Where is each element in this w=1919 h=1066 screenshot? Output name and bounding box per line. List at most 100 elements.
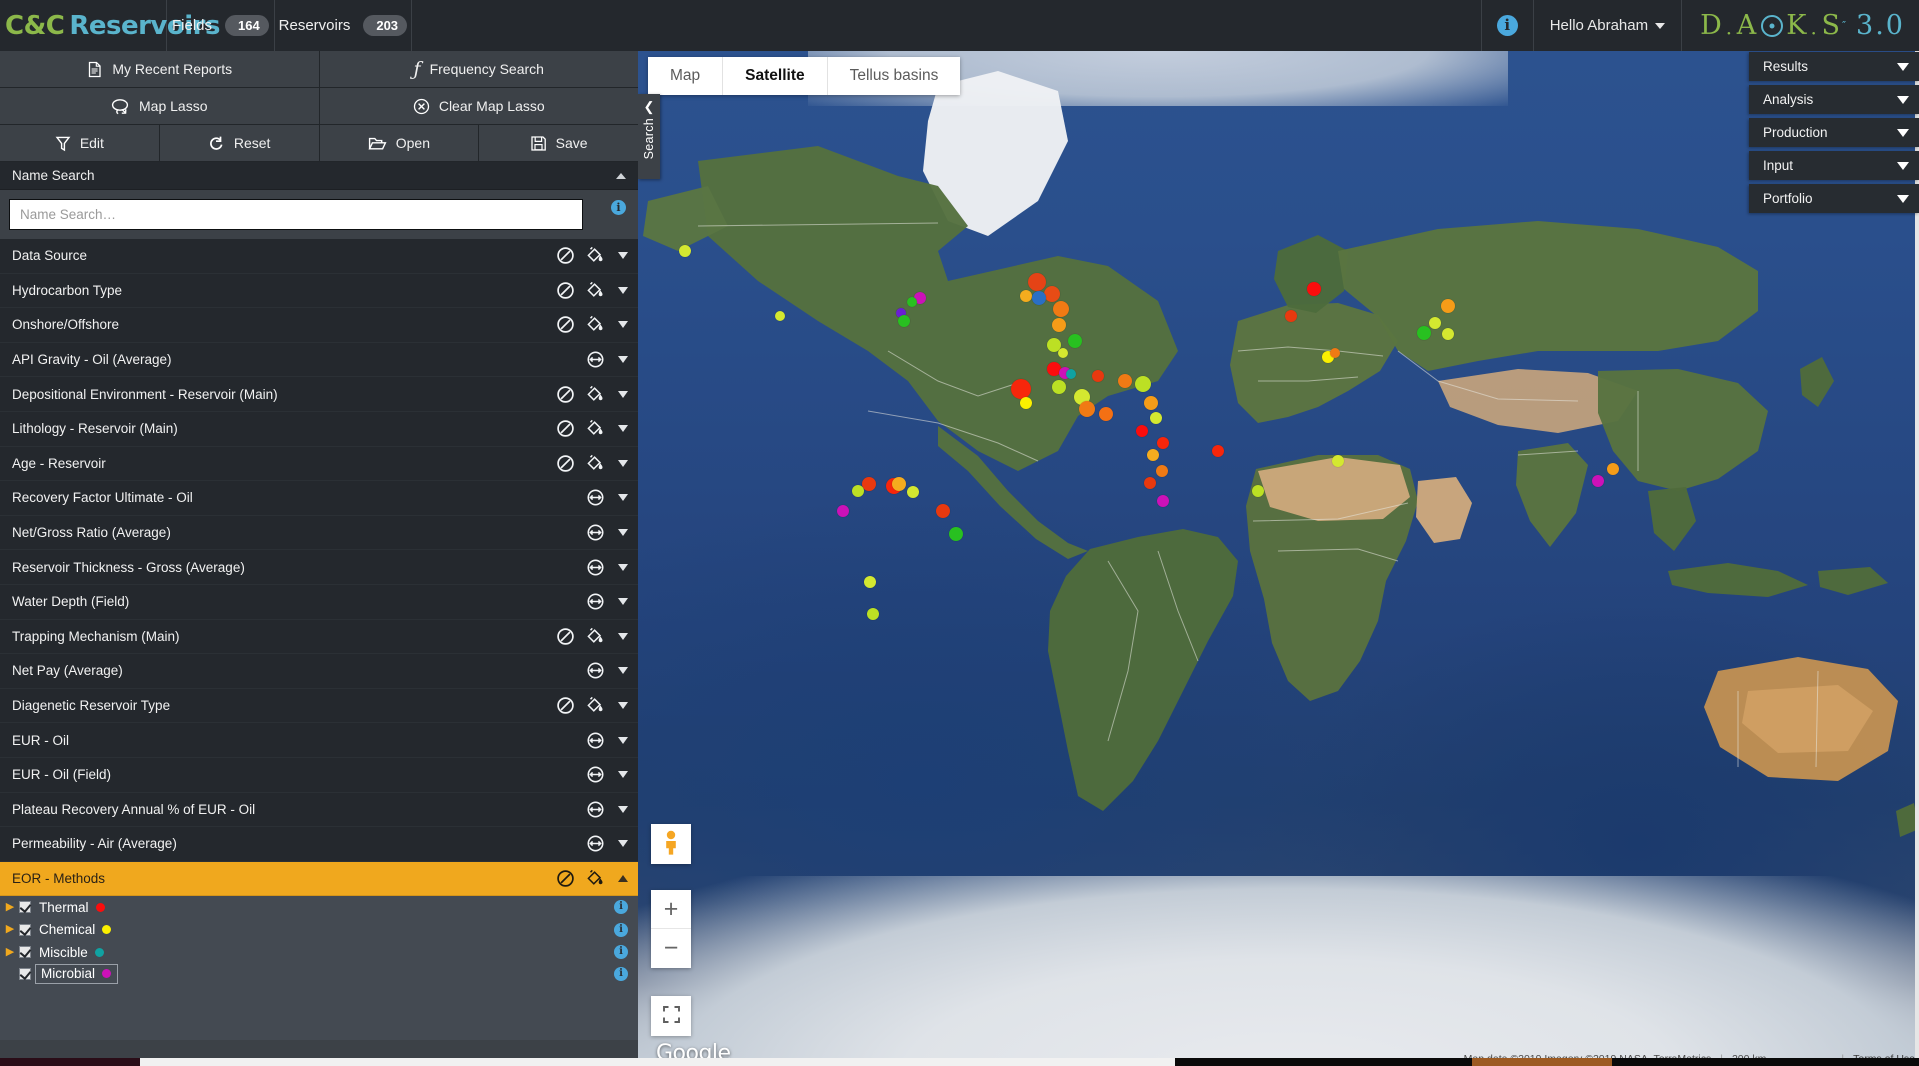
eor-method-checkbox[interactable]: [19, 968, 31, 980]
eor-method-info-icon[interactable]: i: [614, 945, 628, 959]
chevron-down-icon[interactable]: [618, 425, 628, 432]
map-marker[interactable]: [1053, 301, 1069, 317]
map-lasso-button[interactable]: Map Lasso: [0, 88, 320, 125]
zoom-in-button[interactable]: +: [651, 890, 691, 929]
chevron-down-icon[interactable]: [1897, 96, 1909, 104]
map-marker[interactable]: [864, 576, 876, 588]
map-marker[interactable]: [1052, 318, 1066, 332]
filter-row[interactable]: Permeability - Air (Average): [0, 827, 638, 862]
paint-bucket-icon[interactable]: [586, 454, 605, 473]
ban-icon[interactable]: [556, 869, 575, 888]
range-arrows-icon[interactable]: [586, 834, 605, 853]
save-search-button[interactable]: Save: [479, 125, 638, 162]
chevron-up-icon[interactable]: [618, 875, 628, 882]
map-marker[interactable]: [1144, 396, 1158, 410]
ban-icon[interactable]: [556, 281, 575, 300]
map-marker[interactable]: [1592, 475, 1604, 487]
right-panel-section-production[interactable]: Production: [1749, 118, 1919, 147]
brand-logo[interactable]: C&C Reservoirs: [0, 0, 167, 51]
eor-method-checkbox[interactable]: [19, 946, 31, 958]
chevron-down-icon[interactable]: [618, 252, 628, 259]
chevron-down-icon[interactable]: [618, 737, 628, 744]
eor-method-info-icon[interactable]: i: [614, 900, 628, 914]
map-marker[interactable]: [837, 505, 849, 517]
filter-row-eor-methods[interactable]: EOR - Methods: [0, 862, 638, 897]
map-marker[interactable]: [1136, 425, 1148, 437]
filter-row[interactable]: Trapping Mechanism (Main): [0, 620, 638, 655]
eor-method-row[interactable]: ▶Microbiali: [0, 963, 638, 985]
map-marker[interactable]: [862, 477, 876, 491]
name-search-info-icon[interactable]: i: [611, 200, 626, 215]
eor-method-row[interactable]: ▶Misciblei: [0, 941, 638, 963]
paint-bucket-icon[interactable]: [586, 869, 605, 888]
header-info-button[interactable]: i: [1482, 0, 1534, 51]
map-marker[interactable]: [1157, 437, 1169, 449]
chevron-down-icon[interactable]: [1897, 63, 1909, 71]
chevron-down-icon[interactable]: [618, 460, 628, 467]
map-marker[interactable]: [1066, 369, 1076, 379]
expand-arrow-icon[interactable]: ▶: [3, 924, 17, 935]
map-marker[interactable]: [775, 311, 785, 321]
map-marker[interactable]: [1147, 449, 1159, 461]
map-marker[interactable]: [1330, 348, 1340, 358]
reservoirs-counter[interactable]: Reservoirs 203: [275, 0, 412, 51]
street-view-pegman-button[interactable]: [651, 824, 691, 864]
edit-filters-button[interactable]: Edit: [0, 125, 160, 162]
open-search-button[interactable]: Open: [320, 125, 480, 162]
map-marker[interactable]: [936, 504, 950, 518]
filter-row[interactable]: Diagenetic Reservoir Type: [0, 689, 638, 724]
tab-satellite[interactable]: Satellite: [723, 57, 827, 95]
right-panel-section-input[interactable]: Input: [1749, 151, 1919, 180]
right-panel-section-portfolio[interactable]: Portfolio: [1749, 184, 1919, 213]
map-marker[interactable]: [907, 297, 917, 307]
filter-row[interactable]: Plateau Recovery Annual % of EUR - Oil: [0, 793, 638, 828]
filter-row[interactable]: Water Depth (Field): [0, 585, 638, 620]
chevron-down-icon[interactable]: [618, 564, 628, 571]
paint-bucket-icon[interactable]: [586, 246, 605, 265]
map-marker[interactable]: [1285, 310, 1297, 322]
map-marker[interactable]: [1144, 477, 1156, 489]
right-panel-section-analysis[interactable]: Analysis: [1749, 85, 1919, 114]
filter-row[interactable]: Data Source: [0, 239, 638, 274]
paint-bucket-icon[interactable]: [586, 627, 605, 646]
chevron-down-icon[interactable]: [618, 494, 628, 501]
chevron-down-icon[interactable]: [1897, 195, 1909, 203]
map-marker[interactable]: [1011, 379, 1031, 399]
paint-bucket-icon[interactable]: [586, 281, 605, 300]
map-marker[interactable]: [1150, 412, 1162, 424]
paint-bucket-icon[interactable]: [586, 419, 605, 438]
chevron-down-icon[interactable]: [618, 633, 628, 640]
clear-map-lasso-button[interactable]: Clear Map Lasso: [320, 88, 639, 125]
map-marker[interactable]: [1068, 334, 1082, 348]
map-marker[interactable]: [1252, 485, 1264, 497]
map-marker[interactable]: [1020, 397, 1032, 409]
paint-bucket-icon[interactable]: [586, 696, 605, 715]
ban-icon[interactable]: [556, 419, 575, 438]
ban-icon[interactable]: [556, 385, 575, 404]
map-marker[interactable]: [679, 245, 691, 257]
user-menu[interactable]: Hello Abraham: [1534, 0, 1682, 51]
chevron-down-icon[interactable]: [618, 598, 628, 605]
map-marker[interactable]: [1079, 401, 1095, 417]
map-marker[interactable]: [1052, 380, 1066, 394]
map-marker[interactable]: [892, 477, 906, 491]
map-marker[interactable]: [852, 485, 864, 497]
ban-icon[interactable]: [556, 454, 575, 473]
map-marker[interactable]: [1157, 495, 1169, 507]
chevron-down-icon[interactable]: [618, 702, 628, 709]
filter-row[interactable]: Onshore/Offshore: [0, 308, 638, 343]
chevron-down-icon[interactable]: [618, 356, 628, 363]
filter-row[interactable]: API Gravity - Oil (Average): [0, 343, 638, 378]
search-panel-collapse-handle[interactable]: ❮ Search: [638, 94, 660, 179]
filter-row[interactable]: Reservoir Thickness - Gross (Average): [0, 550, 638, 585]
ban-icon[interactable]: [556, 315, 575, 334]
ban-icon[interactable]: [556, 627, 575, 646]
name-search-section-header[interactable]: Name Search: [0, 162, 638, 190]
range-arrows-icon[interactable]: [586, 765, 605, 784]
map-marker[interactable]: [1417, 326, 1431, 340]
filter-row[interactable]: Net/Gross Ratio (Average): [0, 516, 638, 551]
map-marker[interactable]: [907, 486, 919, 498]
chevron-down-icon[interactable]: [618, 391, 628, 398]
map-marker[interactable]: [1092, 370, 1104, 382]
map-marker[interactable]: [898, 315, 910, 327]
